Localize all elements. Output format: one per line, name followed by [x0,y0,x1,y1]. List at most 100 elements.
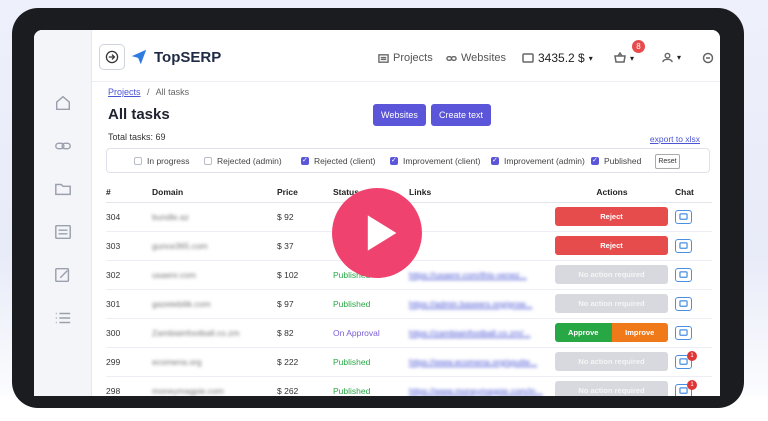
row-domain: ecomena.org [152,347,277,377]
total-tasks: Total tasks: 69 [108,132,166,142]
folder-icon[interactable] [52,178,74,200]
row-actions: Approve Improve [549,318,675,348]
reject-button[interactable]: Reject [555,207,668,226]
create-text-button[interactable]: Create text [431,104,492,126]
filter-label: Improvement (admin) [504,156,585,166]
row-link: https://zambiainfootball.co.zm/... [409,318,549,348]
row-id: 300 [106,318,152,348]
row-chat [675,231,712,261]
nav-projects[interactable]: Projects [378,52,433,64]
list-icon[interactable] [52,307,74,329]
published-link[interactable]: https://www.ecomena.org/sputte... [409,357,537,367]
row-id: 302 [106,260,152,290]
row-actions: No action required [549,347,675,377]
checkbox-checked[interactable] [301,156,309,165]
checkbox-checked[interactable] [491,156,499,165]
logo-send-icon [131,49,147,65]
filter-in-progress[interactable]: In progress [134,156,190,166]
row-actions: No action required [549,376,675,396]
row-actions: No action required [549,260,675,290]
no-action-label: No action required [555,294,668,313]
chat-button[interactable]: 1 [675,350,697,369]
edit-icon[interactable] [52,264,74,286]
row-domain: bundle.az [152,202,277,232]
no-action-label: No action required [555,381,668,396]
projects-icon [378,53,389,63]
cart-count-badge: 8 [632,40,645,53]
published-link[interactable]: https://zambiainfootball.co.zm/... [409,328,530,338]
checkbox[interactable] [134,157,142,165]
no-action-label: No action required [555,352,668,371]
chat-icon [679,299,688,307]
caret-down-icon: ▾ [588,53,593,63]
filter-rejected-admin[interactable]: Rejected (admin) [204,156,282,166]
wallet-icon [522,53,534,63]
link-text: https://www.ecomena.org/sputte... [409,356,538,367]
chat-button[interactable] [675,325,692,340]
nav-websites[interactable]: Websites [446,52,506,64]
col-chat: Chat [675,182,712,203]
reject-button[interactable]: Reject [555,236,668,255]
col-price: Price [277,182,333,203]
row-link: https://www.moneymagpie.com/in... [409,376,549,396]
home-icon[interactable] [52,92,74,114]
chat-button[interactable] [675,296,692,311]
row-domain: gazetebilik.com [152,289,277,319]
domain-text: moneymagpie.com [152,385,224,396]
export-xlsx-link[interactable]: export to xlsx [650,134,700,144]
filter-rejected-client[interactable]: Rejected (client) [301,156,375,166]
checkbox[interactable] [204,157,212,165]
published-link[interactable]: https://usaenr.com/this-venez... [409,270,527,280]
link-icon[interactable] [52,135,74,157]
domain-text: Zambiainfootball.co.zm [152,327,240,338]
checkbox-checked[interactable] [390,156,398,165]
breadcrumb-separator: / [147,87,150,97]
websites-button[interactable]: Websites [373,104,426,126]
balance-dropdown[interactable]: 3435.2 $ ▾ [522,51,593,65]
filter-improvement-admin[interactable]: Improvement (admin) [491,156,585,166]
sidebar-toggle-button[interactable] [99,44,125,70]
filter-published[interactable]: Published [591,156,641,166]
basket-icon [614,52,626,63]
row-price: $ 82 [277,318,333,348]
reset-filters-button[interactable]: Reset [655,154,680,169]
play-icon [367,215,397,251]
filter-label: Improvement (client) [403,156,481,166]
messages-button[interactable] [702,52,714,64]
published-link[interactable]: https://www.moneymagpie.com/in... [409,386,543,396]
link-icon [446,55,457,61]
chat-icon [679,241,688,249]
cart-dropdown[interactable]: ▾ [614,52,634,64]
task-list-icon[interactable] [52,221,74,243]
breadcrumb-projects-link[interactable]: Projects [108,87,141,97]
app-logo[interactable]: TopSERP [130,48,221,66]
row-status: Published [333,347,409,377]
row-price: $ 92 [277,202,333,232]
row-link [409,231,549,261]
chat-icon [679,212,688,220]
chat-button[interactable] [675,209,692,224]
chat-button[interactable] [675,238,692,253]
chat-button[interactable]: 1 [675,379,697,396]
link-text: https://admin.baseers.org/grow... [409,298,533,309]
row-status: Published [333,376,409,396]
improve-button[interactable]: Improve [611,323,668,342]
filter-improvement-client[interactable]: Improvement (client) [390,156,480,166]
video-play-button[interactable] [332,188,422,278]
user-menu[interactable]: ▾ [662,52,681,63]
link-text: https://zambiainfootball.co.zm/... [409,327,531,338]
nav-projects-label: Projects [393,52,433,64]
chat-button[interactable] [675,267,692,282]
status-filter-bar: In progress Rejected (admin) Rejected (c… [106,148,710,173]
row-domain: gunce365.com [152,231,277,261]
col-actions: Actions [549,182,675,203]
icon-sidebar [34,30,92,396]
published-link[interactable]: https://admin.baseers.org/grow... [409,299,532,309]
row-status: On Approval [333,318,409,348]
approve-button[interactable]: Approve [555,323,612,342]
row-chat: 1 [675,347,712,377]
filter-label: Published [604,156,642,166]
row-domain: usaenr.com [152,260,277,290]
checkbox-checked[interactable] [591,156,599,165]
row-price: $ 262 [277,376,333,396]
